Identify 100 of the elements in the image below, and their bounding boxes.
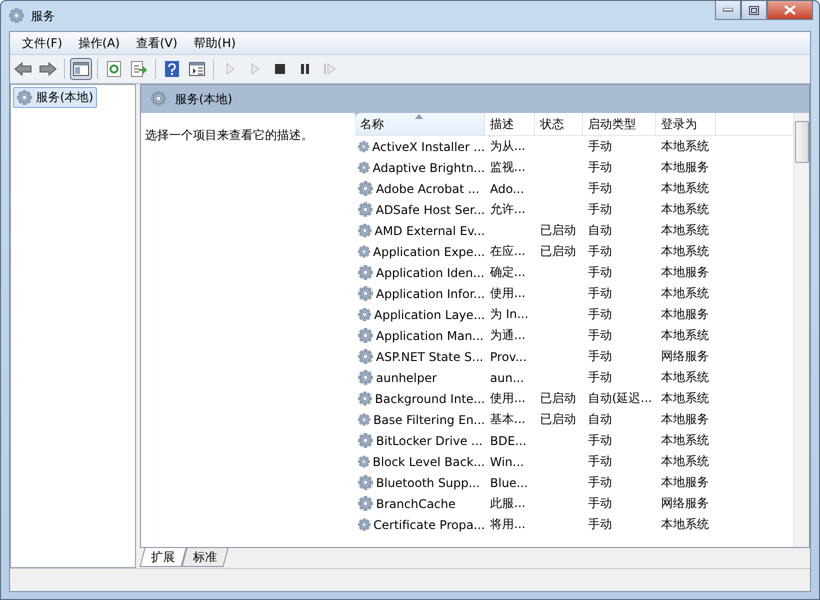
table-cell-text: 手动 [587, 495, 613, 512]
view-tab[interactable]: 扩展 [139, 548, 187, 567]
column-header[interactable]: 名称 [355, 113, 485, 135]
gear-icon [358, 348, 374, 364]
table-cell-text: 本地系统 [660, 222, 710, 239]
gear-icon [17, 90, 33, 106]
service-name[interactable]: aunhelper [355, 370, 485, 386]
service-name[interactable]: BitLocker Drive ... [355, 432, 485, 448]
service-name[interactable]: Application Infor... [355, 286, 485, 302]
table-cell-text: 本地服务 [660, 264, 710, 281]
menu-item[interactable]: 文件(F) [14, 34, 70, 52]
pause-icon [299, 63, 311, 75]
console-tree-icon [73, 62, 89, 76]
table-cell-text: 手动 [587, 327, 613, 344]
forward-arrow-icon [39, 62, 57, 76]
service-name[interactable]: ASP.NET State S... [355, 348, 485, 364]
sort-arrow-icon [415, 114, 423, 119]
table-cell-text: 手动 [587, 264, 613, 281]
maximize-button[interactable] [741, 1, 767, 20]
service-name[interactable]: Adobe Acrobat ... [355, 180, 485, 196]
minimize-icon [723, 8, 733, 12]
service-name[interactable]: Adaptive Brightn... [355, 160, 485, 176]
gear-icon [358, 370, 374, 386]
gear-icon [358, 474, 374, 490]
gear-icon [358, 244, 371, 260]
play-icon [250, 63, 260, 75]
table-cell-text: 此服... [489, 495, 526, 512]
table-cell-text: Win... [489, 454, 525, 468]
service-name[interactable]: Application Expe... [355, 244, 485, 260]
vertical-scrollbar[interactable] [793, 113, 809, 547]
service-name[interactable]: Application Man... [355, 328, 485, 344]
table-cell-text: 监视... [489, 159, 526, 176]
service-name[interactable]: BranchCache [355, 496, 485, 512]
service-name[interactable]: Background Inte... [355, 390, 485, 406]
service-name[interactable]: Base Filtering En... [355, 412, 485, 428]
table-cell-text: 已启动 [539, 243, 577, 260]
scroll-thumb[interactable] [794, 121, 808, 163]
view-tab[interactable]: 标准 [181, 548, 229, 567]
help-icon [165, 61, 179, 77]
service-name[interactable]: Certificate Propa... [355, 516, 485, 532]
table-cell-text: 手动 [587, 306, 613, 323]
gear-icon [358, 412, 372, 428]
play-icon [225, 63, 235, 75]
gear-icon [358, 222, 373, 238]
table-cell-text: 本地系统 [660, 285, 710, 302]
menu-item[interactable]: 帮助(H) [185, 34, 244, 52]
toolbar-button[interactable] [128, 58, 150, 80]
gear-icon [358, 306, 372, 322]
toolbar-button[interactable] [70, 58, 92, 80]
table-cell-text: 为通... [489, 327, 526, 344]
menu-item[interactable]: 操作(A) [70, 34, 128, 52]
menu-item[interactable]: 查看(V) [128, 34, 186, 52]
refresh-icon [107, 61, 121, 77]
table-cell-text: 手动 [587, 369, 613, 386]
stop-icon [274, 63, 286, 75]
tree-item[interactable]: 服务(本地) [13, 87, 98, 108]
table-cell-text: 网络服务 [660, 348, 710, 365]
table-cell-text: 将用... [489, 516, 526, 533]
table-cell-text: 本地服务 [660, 474, 710, 491]
table-cell-text: BDE... [489, 434, 528, 448]
table-cell-text: 本地系统 [660, 390, 710, 407]
table-cell-text: 使用... [489, 285, 526, 302]
table-cell-text: 本地服务 [660, 306, 710, 323]
gear-icon [358, 286, 374, 302]
gear-icon [358, 390, 373, 406]
table-cell-text: Ado... [489, 182, 526, 196]
service-name[interactable]: Block Level Back... [355, 454, 485, 470]
table-cell-text: 本地系统 [660, 369, 710, 386]
service-name[interactable]: AMD External Ev... [355, 222, 485, 238]
service-name[interactable]: Application Iden... [355, 264, 485, 280]
table-cell-text: 手动 [587, 285, 613, 302]
gear-icon [358, 432, 374, 448]
service-name[interactable]: ActiveX Installer ... [355, 138, 485, 154]
table-cell-text: 手动 [587, 243, 613, 260]
gear-icon [358, 496, 374, 512]
gear-icon [358, 180, 374, 196]
minimize-button[interactable] [715, 1, 741, 20]
window-title: 服务 [31, 8, 55, 24]
gear-icon [151, 91, 167, 107]
table-cell-text: 已启动 [539, 222, 577, 239]
panel-title: 服务(本地) [175, 90, 232, 108]
table-cell-text: 手动 [587, 516, 613, 533]
table-cell-text: 本地系统 [660, 453, 710, 470]
gear-icon [358, 202, 374, 218]
service-name[interactable]: ADSafe Host Ser... [355, 202, 485, 218]
table-cell-text: Blue... [489, 476, 529, 490]
service-name[interactable]: Bluetooth Supp... [355, 474, 485, 490]
table-cell-text: 为 In... [489, 306, 530, 323]
service-name[interactable]: Application Laye... [355, 306, 485, 322]
table-cell-text: Prov... [489, 350, 528, 364]
resume-icon [323, 63, 337, 75]
description-text: 选择一个项目来查看它的描述。 [145, 128, 313, 142]
gear-icon [358, 328, 374, 344]
table-cell-text: 自动(延迟... [587, 390, 654, 407]
table-cell-text: 本地系统 [660, 138, 710, 155]
close-button[interactable] [767, 1, 813, 20]
table-cell-text: 手动 [587, 432, 613, 449]
table-cell-text: 本地系统 [660, 516, 710, 533]
gear-icon [358, 264, 374, 280]
table-cell-text: 本地系统 [660, 201, 710, 218]
